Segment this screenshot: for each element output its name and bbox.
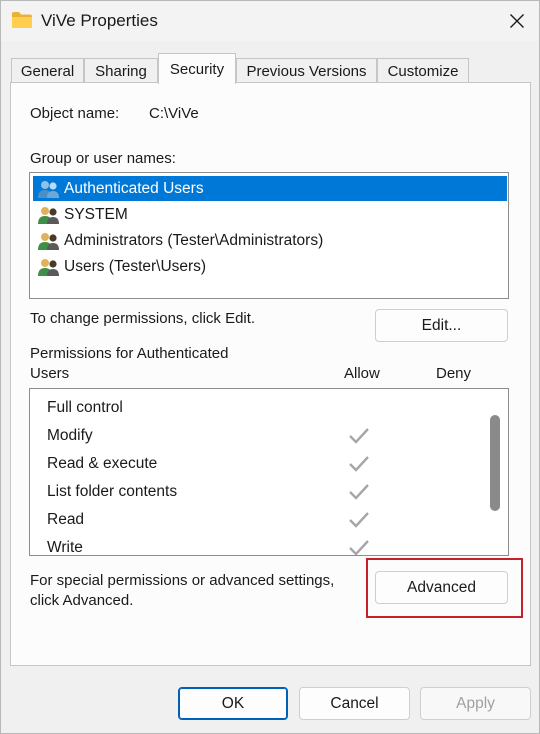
permission-row: Read xyxy=(30,506,488,534)
tab-label: Previous Versions xyxy=(246,62,367,80)
permissions-list[interactable]: Full control Modify Read & execute List … xyxy=(29,388,509,556)
permission-name: List folder contents xyxy=(47,483,178,500)
permission-row: Read & execute xyxy=(30,450,488,478)
list-item[interactable]: SYSTEM xyxy=(33,202,507,227)
tab-label: General xyxy=(20,62,75,80)
allow-column-header: Allow xyxy=(344,365,380,382)
edit-button[interactable]: Edit... xyxy=(375,309,508,342)
permission-name: Write xyxy=(47,539,83,556)
tab-label: Customize xyxy=(387,62,459,80)
edit-button-label: Edit... xyxy=(421,316,462,334)
permission-name: Read & execute xyxy=(47,455,158,472)
change-permissions-text: To change permissions, click Edit. xyxy=(30,310,256,327)
permission-name: Read xyxy=(47,511,85,528)
cancel-button-label: Cancel xyxy=(330,694,379,712)
permission-name: Full control xyxy=(47,399,123,416)
tab-general[interactable]: General xyxy=(11,58,84,83)
group-user-list[interactable]: Authenticated Users SYSTEM Administrator… xyxy=(29,172,509,299)
permission-row: Write xyxy=(30,534,488,556)
folder-icon xyxy=(12,12,32,28)
users-group-icon xyxy=(38,180,59,198)
ok-button[interactable]: OK xyxy=(178,687,288,720)
window-title: ViVe Properties xyxy=(41,11,158,30)
special-permissions-text-2: click Advanced. xyxy=(30,592,134,609)
close-icon xyxy=(510,14,524,28)
checkmark-icon xyxy=(349,540,369,555)
permission-row: List folder contents xyxy=(30,478,488,506)
tab-label: Sharing xyxy=(95,62,147,80)
ok-button-label: OK xyxy=(221,694,245,712)
special-permissions-text: For special permissions or advanced sett… xyxy=(30,572,335,589)
list-item[interactable]: Users (Tester\Users) xyxy=(33,254,507,279)
users-group-icon xyxy=(38,232,59,250)
tab-security[interactable]: Security xyxy=(158,53,236,84)
checkmark-icon xyxy=(349,428,369,444)
checkmark-icon xyxy=(349,456,369,472)
users-group-icon xyxy=(38,258,59,276)
permission-row: Modify xyxy=(30,422,488,450)
tab-customize[interactable]: Customize xyxy=(377,58,469,83)
list-item[interactable]: Administrators (Tester\Administrators) xyxy=(33,228,507,253)
object-name-label: Object name: xyxy=(30,105,120,122)
checkmark-icon xyxy=(349,484,369,500)
deny-column-header: Deny xyxy=(436,365,472,382)
close-button[interactable] xyxy=(495,1,539,41)
users-group-icon xyxy=(38,206,59,224)
tab-sharing[interactable]: Sharing xyxy=(84,58,158,83)
properties-window: ViVe Properties General Sharing Security… xyxy=(0,0,540,734)
scrollbar-thumb[interactable] xyxy=(490,415,500,511)
advanced-button[interactable]: Advanced xyxy=(375,571,508,604)
advanced-button-label: Advanced xyxy=(407,578,476,596)
checkmark-icon xyxy=(349,512,369,528)
group-names-label: Group or user names: xyxy=(30,150,176,167)
list-item-label: Administrators (Tester\Administrators) xyxy=(64,231,324,249)
permissions-for-label: Permissions for Authenticated xyxy=(30,345,229,362)
tab-previous-versions[interactable]: Previous Versions xyxy=(236,58,377,83)
apply-button-label: Apply xyxy=(456,694,495,712)
list-item[interactable]: Authenticated Users xyxy=(33,176,507,201)
permission-name: Modify xyxy=(47,427,93,444)
tab-label: Security xyxy=(169,60,225,78)
permission-row: Full control xyxy=(30,394,488,422)
object-name-value: C:\ViVe xyxy=(149,105,199,122)
apply-button[interactable]: Apply xyxy=(420,687,531,720)
list-item-label: Authenticated Users xyxy=(64,179,204,197)
title-bar[interactable]: ViVe Properties xyxy=(1,1,539,41)
list-item-label: SYSTEM xyxy=(64,205,128,223)
permissions-for-label-user: Users xyxy=(30,365,70,382)
list-item-label: Users (Tester\Users) xyxy=(64,257,207,275)
cancel-button[interactable]: Cancel xyxy=(299,687,410,720)
